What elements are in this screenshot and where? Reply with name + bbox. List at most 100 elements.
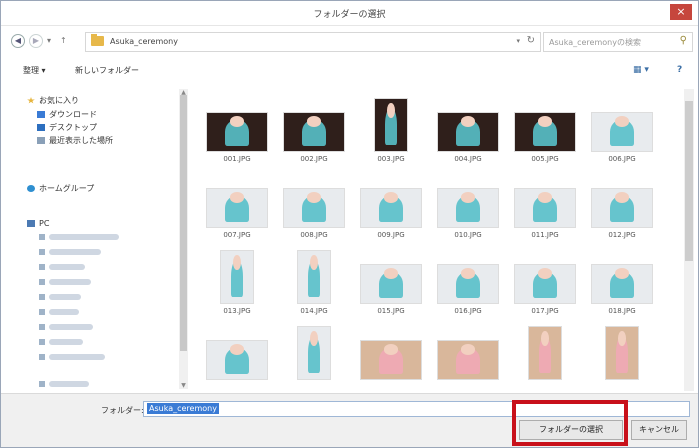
desktop-icon [37, 124, 45, 131]
file-item[interactable]: 004.JPG [432, 95, 504, 163]
file-item[interactable]: 016.JPG [432, 247, 504, 315]
close-button[interactable]: × [670, 4, 692, 20]
file-item[interactable]: 006.JPG [586, 95, 658, 163]
scrollbar-thumb[interactable] [180, 95, 187, 351]
drive-label-blurred[interactable] [49, 339, 83, 345]
file-name: 014.JPG [300, 307, 328, 315]
file-name: 003.JPG [377, 155, 405, 163]
scroll-down-arrow-icon[interactable]: ▼ [179, 382, 188, 389]
photo-thumbnail [438, 113, 498, 151]
drive-label-blurred[interactable] [49, 234, 119, 240]
drive-label-blurred[interactable] [49, 249, 101, 255]
photo-thumbnail [515, 265, 575, 303]
scrollbar-thumb[interactable] [685, 101, 693, 261]
address-path: Asuka_ceremony [110, 37, 178, 46]
file-item[interactable]: 017.JPG [509, 247, 581, 315]
new-folder-button[interactable]: 新しいフォルダー [75, 65, 139, 76]
refresh-icon[interactable]: ↻ [527, 35, 535, 46]
file-name: 015.JPG [377, 307, 405, 315]
file-item[interactable]: 007.JPG [201, 171, 273, 239]
file-item[interactable]: 012.JPG [586, 171, 658, 239]
network-label-blurred[interactable] [49, 381, 89, 387]
drive-label-blurred[interactable] [49, 354, 105, 360]
drive-icon [39, 324, 45, 330]
file-name: 004.JPG [454, 155, 482, 163]
photo-thumbnail [592, 113, 652, 151]
file-item[interactable] [201, 323, 273, 391]
photo-thumbnail [592, 189, 652, 227]
file-item[interactable]: 010.JPG [432, 171, 504, 239]
file-item[interactable] [278, 323, 350, 391]
drive-icon [39, 279, 45, 285]
photo-thumbnail [221, 251, 253, 303]
view-options-icon[interactable]: ▦ ▾ [633, 65, 649, 75]
search-icon: ⚲ [679, 35, 687, 46]
sidebar-pc-label: PC [39, 219, 50, 228]
drive-label-blurred[interactable] [49, 264, 85, 270]
file-item[interactable]: 002.JPG [278, 95, 350, 163]
homegroup-icon [27, 185, 35, 192]
star-icon [27, 97, 35, 104]
photo-thumbnail [592, 265, 652, 303]
file-item[interactable]: 014.JPG [278, 247, 350, 315]
network-icon [39, 381, 45, 387]
sidebar-item-recent[interactable]: 最近表示した場所 [37, 135, 113, 146]
file-name: 001.JPG [223, 155, 251, 163]
sidebar-item-desktop[interactable]: デスクトップ [37, 122, 97, 133]
recent-dropdown-icon[interactable]: ▾ [47, 36, 51, 45]
file-item[interactable] [432, 323, 504, 391]
sidebar-favorites[interactable]: お気に入り [27, 95, 79, 106]
forward-button[interactable]: ▶ [29, 34, 43, 48]
file-item[interactable]: 011.JPG [509, 171, 581, 239]
up-arrow-icon[interactable]: ↑ [60, 36, 67, 45]
file-name: 012.JPG [608, 231, 636, 239]
folder-name-value: Asuka_ceremony [147, 403, 219, 414]
file-name: 016.JPG [454, 307, 482, 315]
photo-thumbnail [207, 341, 267, 379]
file-item[interactable]: 003.JPG [355, 95, 427, 163]
help-icon[interactable]: ? [677, 65, 682, 75]
drive-label-blurred[interactable] [49, 309, 79, 315]
search-input[interactable]: Asuka_ceremonyの検索 ⚲ [543, 32, 693, 52]
sidebar-homegroup-label: ホームグループ [39, 184, 95, 193]
sidebar-favorites-label: お気に入り [39, 96, 79, 105]
drive-label-blurred[interactable] [49, 279, 91, 285]
photo-thumbnail [361, 341, 421, 379]
file-item[interactable]: 001.JPG [201, 95, 273, 163]
file-item[interactable] [355, 323, 427, 391]
file-item[interactable]: 008.JPG [278, 171, 350, 239]
sidebar-item-downloads[interactable]: ダウンロード [37, 109, 97, 120]
file-item[interactable]: 018.JPG [586, 247, 658, 315]
cancel-button[interactable]: キャンセル [631, 420, 687, 440]
back-button[interactable]: ◀ [11, 34, 25, 48]
drive-icon [39, 249, 45, 255]
address-bar[interactable]: Asuka_ceremony ▾ ↻ [85, 32, 541, 52]
photo-thumbnail [298, 251, 330, 303]
photo-thumbnail [298, 327, 330, 379]
navigation-scrollbar[interactable]: ▲ ▼ [179, 89, 188, 389]
file-item[interactable]: 015.JPG [355, 247, 427, 315]
content-scrollbar[interactable] [684, 89, 694, 391]
photo-thumbnail [438, 341, 498, 379]
file-item[interactable]: 005.JPG [509, 95, 581, 163]
drive-label-blurred[interactable] [49, 294, 81, 300]
photo-thumbnail [515, 113, 575, 151]
drive-label-blurred[interactable] [49, 324, 93, 330]
folder-icon [91, 34, 104, 46]
title-bar: フォルダーの選択 × [1, 1, 698, 26]
drive-icon [39, 354, 45, 360]
sidebar-pc[interactable]: PC [27, 219, 49, 228]
navigation-pane: お気に入り ダウンロード デスクトップ 最近表示した場所 ホームグループ PC [11, 89, 183, 389]
file-item[interactable] [586, 323, 658, 391]
address-dropdown-icon[interactable]: ▾ [516, 37, 520, 45]
dialog-title: フォルダーの選択 [313, 10, 386, 20]
drive-icon [39, 294, 45, 300]
photo-thumbnail [361, 189, 421, 227]
file-item[interactable]: 013.JPG [201, 247, 273, 315]
file-item[interactable]: 009.JPG [355, 171, 427, 239]
photo-thumbnail [375, 99, 407, 151]
organize-button[interactable]: 整理 ▾ [23, 65, 46, 76]
download-icon [37, 111, 45, 118]
file-item[interactable] [509, 323, 581, 391]
sidebar-homegroup[interactable]: ホームグループ [27, 183, 94, 194]
